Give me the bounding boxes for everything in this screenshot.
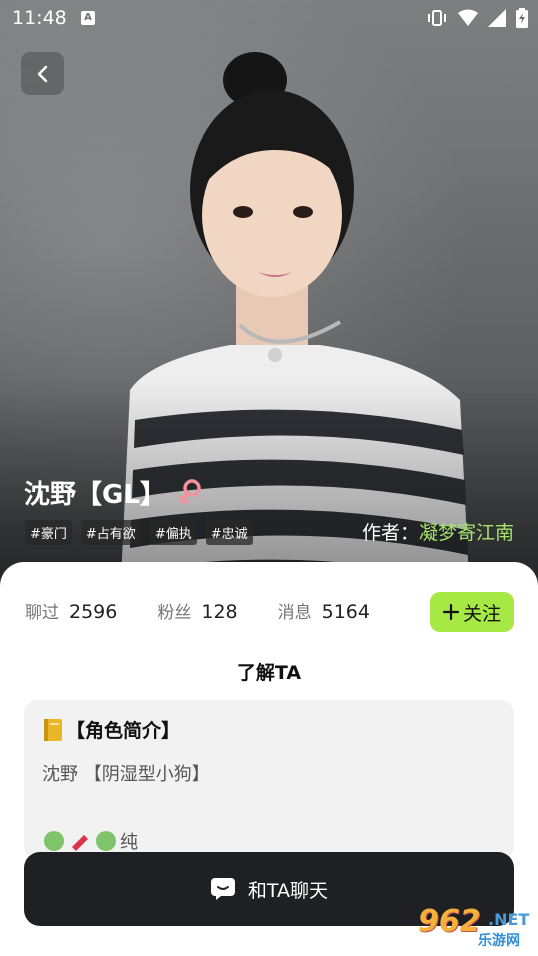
battery-icon: [516, 8, 528, 28]
signal-icon: [488, 9, 506, 27]
follow-button-label: 关注: [462, 602, 501, 625]
keyboard-indicator-icon: A: [81, 11, 95, 25]
intro-card-title-text: 【角色简介】: [66, 720, 181, 742]
intro-line: 沈野 【阴湿型小狗】: [42, 764, 210, 785]
lipstick-icon: [72, 835, 88, 851]
back-button[interactable]: [21, 52, 64, 95]
watermark-number: 962: [418, 904, 481, 939]
chat-button-label: 和TA聊天: [247, 879, 329, 902]
section-title: 了解TA: [236, 662, 302, 684]
stat-chatted: 聊过 2596: [25, 598, 117, 623]
emoji-icon: [96, 831, 116, 851]
stat-label: 聊过: [25, 603, 59, 623]
follow-button[interactable]: 关注: [430, 592, 514, 632]
stat-label: 粉丝: [157, 603, 192, 623]
female-icon: [179, 478, 201, 504]
plus-icon: [442, 604, 459, 620]
tag[interactable]: #豪门: [25, 520, 72, 545]
emoji-icon: [44, 831, 64, 851]
character-name-row: 沈野【GL】: [24, 474, 202, 511]
stats-row: 聊过 2596 粉丝 128 消息 5164: [25, 598, 370, 623]
stat-value: 128: [201, 601, 238, 623]
wifi-icon: [458, 9, 478, 26]
status-time: 11:48: [12, 7, 67, 29]
vibrate-icon: [428, 10, 446, 26]
character-tags: #豪门 #占有欲 #偏执 #忠诚: [25, 520, 253, 545]
stat-fans: 粉丝 128: [157, 598, 237, 623]
author-info: 作者：凝梦寄江南: [362, 518, 514, 545]
stat-label: 消息: [277, 603, 312, 623]
stat-messages: 消息 5164: [278, 598, 370, 623]
site-watermark: 962 .NET 乐游网: [400, 904, 530, 952]
author-label: 作者：: [361, 522, 419, 544]
stat-value: 5164: [321, 601, 370, 623]
details-sheet: 聊过 2596 粉丝 128 消息 5164 关注 了解TA 【角色简介】 沈野 【阴…: [0, 562, 538, 956]
intro-line-partial: 纯: [42, 828, 138, 854]
chat-bubble-icon: [210, 878, 235, 900]
watermark-site: 乐游网: [478, 933, 520, 949]
status-bar: 11:48 A: [0, 0, 538, 36]
status-icons: [426, 8, 528, 28]
character-name: 沈野【GL】: [24, 480, 166, 510]
chevron-left-icon: [37, 65, 47, 82]
author-name[interactable]: 凝梦寄江南: [419, 522, 514, 544]
intro-line-text: 纯: [120, 832, 138, 853]
watermark-suffix: .NET: [488, 910, 530, 929]
intro-card: 【角色简介】 沈野 【阴湿型小狗】 纯: [24, 700, 514, 860]
tag[interactable]: #偏执: [149, 520, 197, 545]
stat-value: 2596: [69, 601, 118, 623]
tag[interactable]: #占有欲: [80, 520, 141, 545]
tag[interactable]: #忠诚: [205, 520, 253, 545]
intro-card-title: 【角色简介】: [42, 716, 180, 743]
notebook-icon: [44, 718, 62, 741]
